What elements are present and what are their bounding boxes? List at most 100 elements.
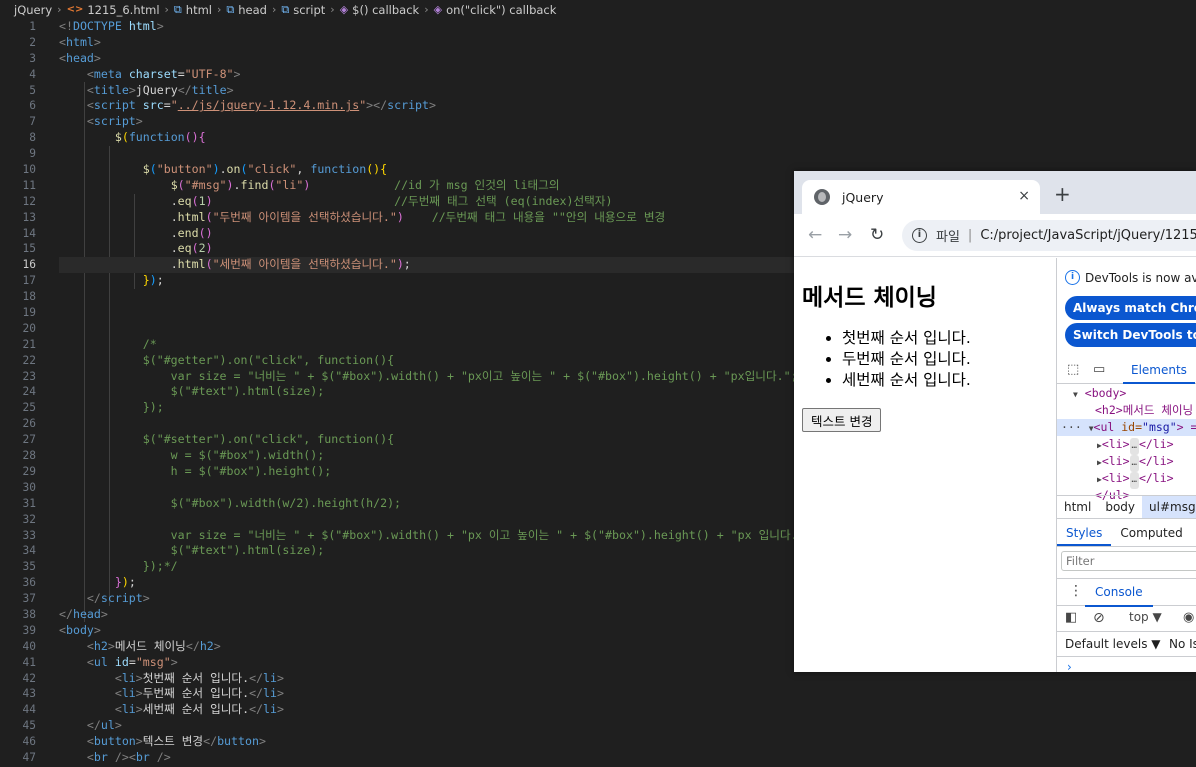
line-number: 47	[22, 750, 36, 764]
tab-layout[interactable]: L	[1192, 520, 1196, 546]
breadcrumb-file[interactable]: <> 1215_6.html	[67, 3, 160, 17]
breadcrumb-script[interactable]: ⧉ script	[281, 3, 325, 17]
dom-crumb[interactable]: html	[1057, 496, 1098, 518]
tab-computed[interactable]: Computed	[1111, 520, 1191, 546]
line-number: 41	[22, 655, 36, 669]
code-token: jQuery	[135, 82, 178, 97]
change-text-button[interactable]: 텍스트 변경	[802, 408, 882, 432]
dom-node[interactable]: ▼ <body>	[1057, 385, 1196, 402]
code-line: <button>텍스트 변경</button>	[86, 734, 266, 749]
device-toolbar-icon[interactable]: ▭	[1093, 362, 1105, 377]
line-number: 39	[22, 623, 36, 637]
chevron-right-icon: ›	[330, 3, 335, 16]
list-item: 세번째 순서 입니다.	[842, 370, 971, 391]
line-number: 5	[29, 83, 36, 97]
code-comment: var size = "너비는 " + $("#box").width() + …	[142, 527, 812, 542]
line-number: 26	[22, 417, 36, 431]
code-line: <title>jQuery</title>	[86, 82, 234, 97]
issues-label[interactable]: No Is	[1169, 637, 1196, 651]
dom-tag: <body>	[1084, 386, 1127, 400]
tab-styles[interactable]: Styles	[1057, 520, 1112, 546]
sidebar-toggle-icon[interactable]: ◧	[1065, 610, 1077, 625]
breadcrumb-folder[interactable]: jQuery	[14, 3, 52, 17]
breadcrumb-callback[interactable]: ◈ $() callback	[340, 3, 420, 17]
context-selector[interactable]: top ▼	[1129, 610, 1162, 624]
address-bar[interactable]: i 파일 | C:/project/JavaScript/jQuery/1215…	[902, 220, 1196, 251]
url-text[interactable]: C:/project/JavaScript/jQuery/1215_	[980, 228, 1196, 243]
match-language-button[interactable]: Always match Chrome's	[1065, 296, 1196, 320]
line-number: 1	[29, 20, 36, 33]
breadcrumb-html[interactable]: ⧉ html	[174, 3, 212, 17]
script-src-link[interactable]: ../js/jquery-1.12.4.min.js	[178, 98, 359, 112]
code-token: html	[121, 19, 157, 33]
dom-tag: <li>	[1101, 471, 1130, 485]
log-levels-dropdown[interactable]: Default levels ▼	[1065, 637, 1161, 651]
devtools-notice-text: DevTools is now avai	[1085, 270, 1196, 285]
info-icon: i	[1065, 270, 1080, 285]
breadcrumb-click-callback-label: on("click") callback	[446, 2, 557, 17]
back-arrow-icon[interactable]: ←	[808, 225, 822, 245]
element-icon: ⧉	[226, 2, 235, 16]
tab-console[interactable]: Console	[1085, 579, 1153, 607]
dom-node[interactable]: <h2>메서드 체이닝	[1057, 402, 1196, 419]
line-number: 37	[22, 592, 36, 606]
forward-arrow-icon[interactable]: →	[838, 225, 852, 245]
list-item: 첫번째 순서 입니다.	[842, 328, 971, 349]
dom-node-selected[interactable]: ··· ▼<ul id="msg"> ==	[1057, 419, 1196, 436]
expand-triangle-icon[interactable]: ▼	[1073, 390, 1078, 399]
clear-console-icon[interactable]: ⊘	[1093, 610, 1105, 626]
line-number: 45	[22, 719, 36, 733]
dom-node[interactable]: ▶<li>… </li>	[1057, 453, 1196, 472]
breadcrumb-html-label: html	[185, 2, 212, 17]
devtools-notice: i DevTools is now avai	[1065, 270, 1196, 285]
dom-node[interactable]: ▶<li>… </li>	[1057, 436, 1196, 455]
page-heading: 메서드 체이닝	[802, 285, 937, 311]
console-prompt[interactable]: ›	[1067, 660, 1072, 672]
line-number: 24	[22, 385, 36, 399]
new-tab-button[interactable]: +	[1054, 183, 1071, 205]
editor-breadcrumb: jQuery › <> 1215_6.html › ⧉ html › ⧉ head ›…	[0, 0, 1196, 19]
inspect-element-icon[interactable]: ⬚	[1067, 362, 1079, 377]
dom-tag: </li>	[1138, 437, 1174, 451]
line-number: 29	[22, 464, 36, 478]
dom-tree[interactable]: ▼ <body> <h2>메서드 체이닝 ··· ▼<ul id="msg"> …	[1057, 385, 1196, 504]
breadcrumb-head[interactable]: ⧉ head	[226, 3, 267, 17]
more-options-icon[interactable]: ⋮	[1069, 583, 1083, 599]
line-number: 46	[22, 735, 36, 749]
chevron-right-icon: ›	[271, 3, 277, 16]
code-line: <li>첫번째 순서 입니다.</li>	[114, 670, 284, 685]
reload-icon[interactable]: ↻	[870, 225, 884, 245]
line-number: 27	[22, 433, 36, 447]
line-number: 31	[22, 496, 36, 510]
browser-tab[interactable]: jQuery ×	[802, 180, 1040, 214]
line-number: 3	[29, 51, 36, 65]
eye-icon[interactable]: ◉	[1183, 610, 1194, 625]
breadcrumb-file-label: 1215_6.html	[87, 2, 160, 17]
switch-language-button[interactable]: Switch DevTools to Kore	[1065, 323, 1196, 347]
dom-crumb-selected[interactable]: ul#msg	[1142, 496, 1196, 518]
code-line: <li>세번째 순서 입니다.</li>	[114, 702, 284, 717]
code-comment: $("#text").html(size);	[142, 543, 325, 558]
breadcrumb-click-callback[interactable]: ◈ on("click") callback	[434, 3, 557, 17]
code-line: <br /><br />	[86, 749, 171, 764]
line-number: 40	[22, 639, 36, 653]
code-token: 1	[198, 193, 206, 208]
code-comment: //두번째 태그 선택 (eq(index)선택자)	[394, 193, 613, 208]
dom-crumb[interactable]: body	[1098, 496, 1142, 518]
tab-strip: jQuery × +	[794, 171, 1196, 214]
line-number: 11	[22, 178, 36, 192]
drawer-tabbar: ⋮ Console	[1057, 578, 1196, 607]
info-icon[interactable]: i	[912, 228, 927, 243]
line-number: 22	[22, 353, 36, 367]
code-token: "세번째 아이템을 선택하셨습니다."	[212, 257, 397, 272]
line-number: 30	[22, 480, 36, 494]
dom-node[interactable]: ▶<li>… </li>	[1057, 470, 1196, 489]
line-number: 32	[22, 512, 36, 526]
close-icon[interactable]: ×	[1018, 188, 1030, 204]
code-comment: });	[142, 400, 164, 415]
styles-filter-input[interactable]: Filter	[1061, 551, 1196, 571]
dom-breadcrumb: html body ul#msg	[1057, 495, 1196, 519]
tab-title: jQuery	[842, 189, 884, 205]
tab-elements[interactable]: Elements	[1123, 356, 1195, 384]
code-token: "msg"	[135, 654, 171, 669]
